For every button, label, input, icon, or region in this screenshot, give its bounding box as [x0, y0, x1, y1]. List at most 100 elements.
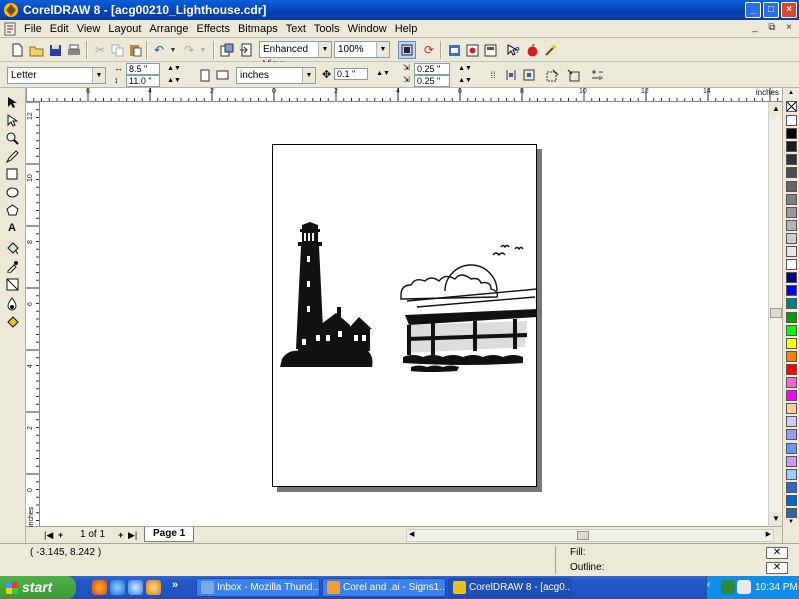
page-width-field[interactable]: 8.5 " — [126, 63, 160, 75]
vertical-ruler[interactable]: 12 10 8 6 4 2 0 — [26, 102, 40, 526]
drawing-canvas[interactable] — [40, 102, 782, 526]
duplicate-x-spinner[interactable]: ▲▼ — [452, 63, 478, 75]
interactive-fill-tool-icon[interactable] — [3, 240, 21, 256]
horizontal-scrollbar[interactable]: ◀ ▶ — [406, 529, 774, 542]
color-swatch[interactable] — [786, 468, 797, 480]
bridge-sunset-clipart[interactable] — [397, 241, 539, 381]
import-icon[interactable] — [218, 41, 236, 59]
scroll-left-arrow[interactable]: ◀ — [409, 530, 414, 538]
minimize-button[interactable]: _ — [745, 2, 761, 18]
color-swatch[interactable] — [786, 494, 797, 506]
shape-tool-icon[interactable] — [3, 112, 21, 128]
color-swatch[interactable] — [786, 232, 797, 244]
menu-edit[interactable]: Edit — [46, 23, 73, 35]
landscape-icon[interactable] — [213, 66, 231, 84]
color-swatch[interactable] — [786, 481, 797, 493]
taskbar-coreldraw[interactable]: CorelDRAW 8 - [acg0... — [448, 578, 572, 597]
color-swatch[interactable] — [786, 206, 797, 218]
doc-minimize-button[interactable]: _ — [747, 21, 763, 35]
apple-tutor-icon[interactable] — [523, 41, 541, 59]
scroll-up-arrow[interactable]: ▲ — [769, 102, 783, 116]
color-swatch[interactable] — [786, 403, 797, 415]
taskbar-thunderbird[interactable]: Inbox - Mozilla Thund... — [196, 578, 320, 597]
document-icon[interactable] — [3, 22, 17, 36]
menu-help[interactable]: Help — [391, 23, 422, 35]
duplicate-x-field[interactable]: 0.25 " — [414, 63, 450, 75]
color-swatch[interactable] — [786, 167, 797, 179]
print-icon[interactable] — [65, 41, 83, 59]
palette-scroll-down[interactable]: ▼ — [785, 518, 797, 527]
color-swatch[interactable] — [786, 141, 797, 153]
nudge-offset-field[interactable]: 0.1 " — [334, 68, 368, 80]
rotate-icon[interactable]: ⟳ — [420, 41, 438, 59]
color-swatch[interactable] — [786, 128, 797, 140]
new-icon[interactable] — [8, 41, 26, 59]
menu-arrange[interactable]: Arrange — [145, 23, 192, 35]
duplicate-y-field[interactable]: 0.25 " — [414, 75, 450, 87]
quicklaunch-app-icon[interactable] — [146, 580, 161, 595]
save-icon[interactable] — [46, 41, 64, 59]
page-height-field[interactable]: 11.0 " — [126, 75, 160, 87]
last-page-button[interactable]: ▶| — [128, 529, 137, 541]
add-page-after-button[interactable]: + — [118, 529, 123, 541]
quicklaunch-overflow-icon[interactable]: » — [172, 579, 178, 591]
color-swatch[interactable] — [786, 246, 797, 257]
tray-expand-icon[interactable]: ‹ — [707, 579, 710, 590]
duplicate-y-spinner[interactable]: ▲▼ — [452, 75, 478, 87]
draw-objects-when-moving-icon[interactable] — [564, 66, 582, 84]
color-swatch[interactable] — [786, 154, 797, 166]
page-tab[interactable]: Page 1 — [144, 527, 195, 542]
taskbar-signs-window[interactable]: Corel and .ai - Signs1... — [322, 578, 446, 597]
vertical-scroll-thumb[interactable] — [770, 308, 782, 318]
palette-scroll-up[interactable]: ▲ — [785, 89, 797, 98]
color-swatch[interactable] — [786, 416, 797, 428]
treat-as-filled-icon[interactable] — [543, 66, 561, 84]
start-button[interactable]: start — [0, 576, 76, 599]
volume-icon[interactable] — [737, 580, 751, 594]
scroll-right-arrow[interactable]: ▶ — [766, 530, 771, 538]
color-swatch[interactable] — [786, 324, 797, 336]
fill-tool-icon[interactable] — [3, 314, 21, 330]
snap-to-guidelines-icon[interactable] — [502, 66, 520, 84]
printable-page[interactable] — [272, 144, 539, 487]
menu-bitmaps[interactable]: Bitmaps — [234, 23, 282, 35]
color-swatch[interactable] — [786, 363, 797, 375]
cut-icon[interactable]: ✂ — [91, 41, 109, 59]
internet-explorer-icon[interactable] — [110, 580, 125, 595]
outline-none-swatch[interactable]: ✕ — [766, 562, 788, 574]
menu-view[interactable]: View — [73, 23, 105, 35]
color-swatch[interactable] — [786, 311, 797, 323]
zoom-tool-icon[interactable] — [3, 130, 21, 146]
rectangle-tool-icon[interactable] — [3, 166, 21, 182]
color-swatch[interactable] — [786, 259, 797, 271]
doc-restore-button[interactable]: ⧉ — [764, 21, 780, 35]
firefox-icon[interactable] — [92, 580, 107, 595]
scroll-down-arrow[interactable]: ▼ — [769, 512, 783, 526]
polygon-tool-icon[interactable] — [3, 202, 21, 218]
export-icon[interactable] — [237, 41, 255, 59]
menu-file[interactable]: File — [20, 23, 46, 35]
snap-to-objects-icon[interactable] — [520, 66, 538, 84]
menu-tools[interactable]: Tools — [310, 23, 344, 35]
text-tool-icon[interactable]: A — [3, 220, 21, 236]
menu-window[interactable]: Window — [344, 23, 391, 35]
ellipse-tool-icon[interactable] — [3, 184, 21, 200]
fill-none-swatch[interactable]: ✕ — [766, 547, 788, 559]
corel-online-icon[interactable] — [445, 41, 463, 59]
full-screen-preview-icon[interactable] — [398, 41, 416, 59]
close-button[interactable]: × — [781, 2, 797, 18]
scrapbook-icon[interactable] — [481, 41, 499, 59]
zoom-level-select[interactable]: 100% ▼ — [334, 41, 390, 58]
transparency-tool-icon[interactable] — [3, 276, 21, 292]
color-swatch[interactable] — [786, 272, 797, 284]
copy-icon[interactable] — [108, 41, 126, 59]
doc-close-button[interactable]: × — [781, 21, 797, 35]
paper-size-select[interactable]: Letter ▼ — [7, 67, 106, 84]
snap-to-grid-icon[interactable]: ⁞⁞ — [484, 66, 502, 84]
help-whats-this-icon[interactable]: ? — [504, 41, 522, 59]
color-swatch[interactable] — [786, 390, 797, 402]
color-swatch[interactable] — [786, 193, 797, 205]
menu-text[interactable]: Text — [282, 23, 310, 35]
first-page-button[interactable]: |◀ — [44, 529, 53, 541]
color-swatch[interactable] — [786, 180, 797, 192]
